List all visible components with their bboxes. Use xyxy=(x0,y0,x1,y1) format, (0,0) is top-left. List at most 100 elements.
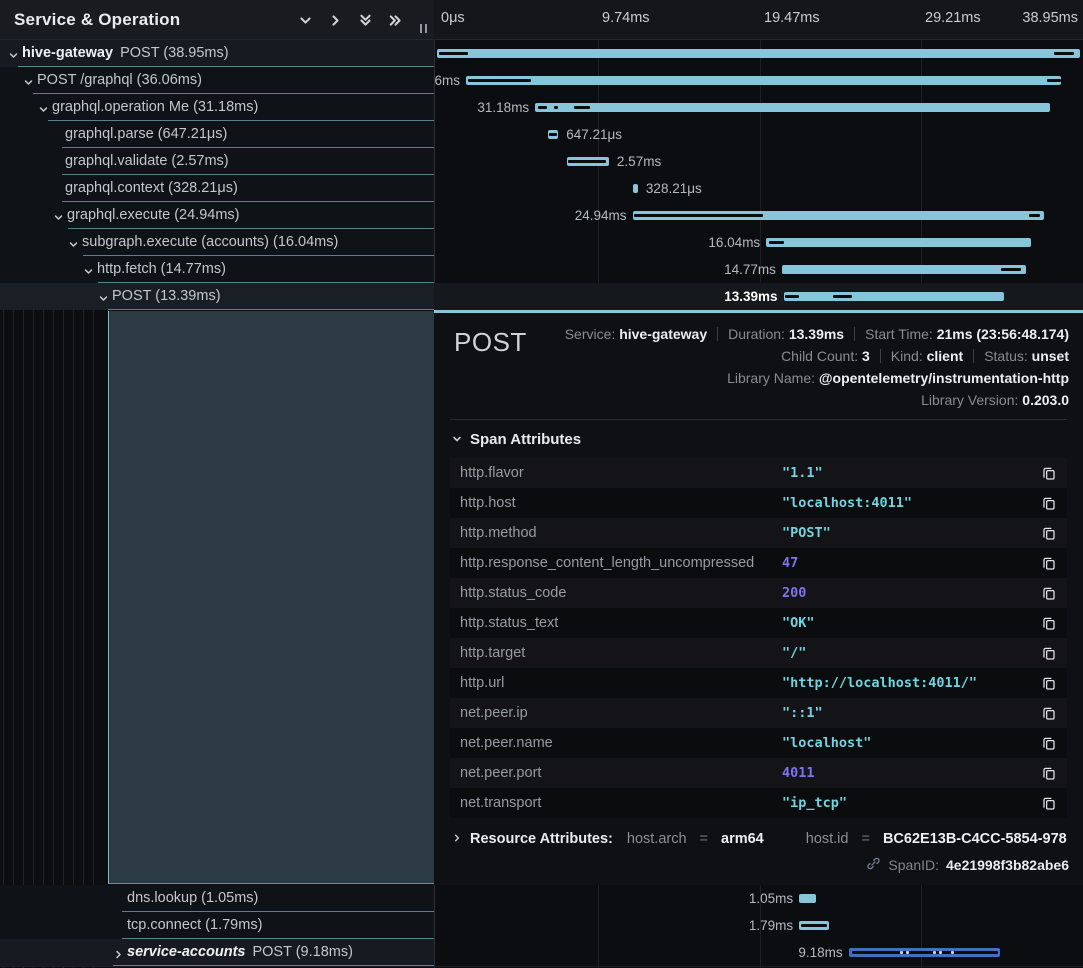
attribute-key: http.url xyxy=(460,675,782,691)
attribute-key: http.flavor xyxy=(460,465,782,481)
meta-key: Service: xyxy=(565,326,619,342)
attribute-key: http.status_code xyxy=(460,585,782,601)
child-span-marker xyxy=(549,133,557,136)
span-tree-row[interactable]: http.fetch (14.77ms) xyxy=(0,256,434,283)
span-bar[interactable] xyxy=(799,921,829,930)
span-bar-row[interactable]: 328.21μs xyxy=(434,175,1083,202)
chevron-right-icon[interactable] xyxy=(113,947,124,963)
span-tree-row[interactable]: tcp.connect (1.79ms) xyxy=(0,912,434,939)
copy-icon[interactable] xyxy=(1035,525,1057,541)
span-bar[interactable] xyxy=(548,130,559,139)
span-bar-row[interactable]: 31.18ms xyxy=(434,94,1083,121)
double-chevron-right-icon[interactable] xyxy=(385,10,406,31)
span-tree-row[interactable]: graphql.validate (2.57ms) xyxy=(0,148,434,175)
span-bar[interactable] xyxy=(766,238,1031,247)
span-bar-row[interactable]: 16.04ms xyxy=(434,229,1083,256)
span-label: tcp.connect (1.79ms) xyxy=(127,912,262,938)
span-detail-header: POST Service: hive-gatewayDuration: 13.3… xyxy=(448,313,1069,417)
span-bar[interactable] xyxy=(633,184,638,193)
resource-attributes-title: Resource Attributes: xyxy=(470,831,613,847)
span-tree-row[interactable]: graphql.parse (647.21μs) xyxy=(0,121,434,148)
span-duration-label: 24.94ms xyxy=(575,202,627,229)
timeline-header: 0μs9.74ms19.47ms29.21ms38.95ms xyxy=(434,0,1083,40)
span-bar-row[interactable]: 24.94ms xyxy=(434,202,1083,229)
child-span-marker xyxy=(1054,52,1074,55)
span-bar-row[interactable]: 36.06ms xyxy=(434,67,1083,94)
span-bar[interactable] xyxy=(849,948,1000,957)
attribute-value: "localhost:4011" xyxy=(782,495,1035,511)
attribute-row: http.method"POST" xyxy=(450,518,1067,548)
copy-icon[interactable] xyxy=(1035,465,1057,481)
child-span-marker xyxy=(769,241,785,244)
copy-icon[interactable] xyxy=(1035,585,1057,601)
copy-icon[interactable] xyxy=(1035,555,1057,571)
span-tree-row[interactable]: dns.lookup (1.05ms) xyxy=(0,885,434,912)
chevron-down-icon[interactable] xyxy=(98,291,109,307)
meta-value: 13.39ms xyxy=(789,326,844,342)
attribute-key: net.transport xyxy=(460,795,782,811)
span-bar-row[interactable]: 1.05ms xyxy=(434,885,1083,912)
copy-icon[interactable] xyxy=(1035,675,1057,691)
span-bar-row[interactable] xyxy=(434,40,1083,67)
meta-separator xyxy=(880,349,881,363)
double-chevron-down-icon[interactable] xyxy=(355,10,376,31)
chevron-down-icon[interactable] xyxy=(68,237,79,253)
panel-resize-grip[interactable] xyxy=(420,24,427,33)
attribute-value: "::1" xyxy=(782,705,1035,721)
attribute-value: "localhost" xyxy=(782,735,1035,751)
tree-panel-title: Service & Operation xyxy=(0,10,180,30)
span-bar[interactable] xyxy=(535,103,1049,112)
span-tree-row[interactable]: POST (13.39ms) xyxy=(0,283,434,310)
span-tree-row[interactable]: subgraph.execute (accounts) (16.04ms) xyxy=(0,229,434,256)
meta-key: Library Version: xyxy=(921,392,1022,408)
span-tree-row[interactable]: service-accountsPOST (9.18ms) xyxy=(0,939,434,966)
resource-attributes-row[interactable]: Resource Attributes:host.arch=arm64host.… xyxy=(452,831,1067,847)
span-bar-row[interactable]: 647.21μs xyxy=(434,121,1083,148)
resource-key: host.id xyxy=(806,831,849,847)
span-bar-row[interactable]: 9.18ms xyxy=(434,939,1083,966)
attribute-value: "OK" xyxy=(782,615,1035,631)
span-tree-row[interactable]: graphql.operation Me (31.18ms) xyxy=(0,94,434,121)
span-bar[interactable] xyxy=(466,76,1061,85)
attribute-key: net.peer.name xyxy=(460,735,782,751)
child-span-marker xyxy=(801,924,827,927)
chevron-right-icon[interactable] xyxy=(325,10,346,31)
chevron-down-icon[interactable] xyxy=(38,102,49,118)
copy-icon[interactable] xyxy=(1035,795,1057,811)
copy-icon[interactable] xyxy=(1035,645,1057,661)
span-bar[interactable] xyxy=(633,211,1045,220)
copy-icon[interactable] xyxy=(1035,735,1057,751)
span-tree-row[interactable]: graphql.context (328.21μs) xyxy=(0,175,434,202)
copy-icon[interactable] xyxy=(1035,615,1057,631)
chevron-down-icon[interactable] xyxy=(83,264,94,280)
span-bar[interactable] xyxy=(784,292,1005,301)
span-bar-row[interactable]: 1.79ms xyxy=(434,912,1083,939)
chevron-down-icon[interactable] xyxy=(53,210,64,226)
span-label: http.fetch (14.77ms) xyxy=(97,256,226,282)
span-bar-row[interactable]: 14.77ms xyxy=(434,256,1083,283)
copy-icon[interactable] xyxy=(1035,705,1057,721)
link-icon[interactable] xyxy=(866,856,881,874)
span-attributes-table: http.flavor"1.1"http.host"localhost:4011… xyxy=(450,458,1067,818)
span-tree-row[interactable]: POST /graphql (36.06ms) xyxy=(0,67,434,94)
span-bar-row[interactable]: 13.39ms xyxy=(434,283,1083,310)
chevron-down-icon[interactable] xyxy=(8,48,19,64)
trace-viewer: Service & Operation 0μs9.74ms19.47ms29.2… xyxy=(0,0,1083,968)
meta-key: Status: xyxy=(984,348,1031,364)
span-tree-row[interactable]: graphql.execute (24.94ms) xyxy=(0,202,434,229)
span-attributes-header[interactable]: Span Attributes xyxy=(452,428,1069,450)
copy-icon[interactable] xyxy=(1035,765,1057,781)
attribute-key: http.response_content_length_uncompresse… xyxy=(460,555,782,571)
span-bar[interactable] xyxy=(799,894,816,903)
copy-icon[interactable] xyxy=(1035,495,1057,511)
span-bar[interactable] xyxy=(567,157,609,166)
tree-panel-header: Service & Operation xyxy=(0,0,434,40)
span-tree-row[interactable]: hive-gatewayPOST (38.95ms) xyxy=(0,40,434,67)
chevron-down-icon[interactable] xyxy=(23,75,34,91)
timeline-tick: 38.95ms xyxy=(1022,10,1078,26)
chevron-down-icon[interactable] xyxy=(295,10,316,31)
span-bar-row[interactable]: 2.57ms xyxy=(434,148,1083,175)
attribute-row: http.flavor"1.1" xyxy=(450,458,1067,488)
span-bar[interactable] xyxy=(437,49,1080,58)
span-bar[interactable] xyxy=(782,265,1026,274)
